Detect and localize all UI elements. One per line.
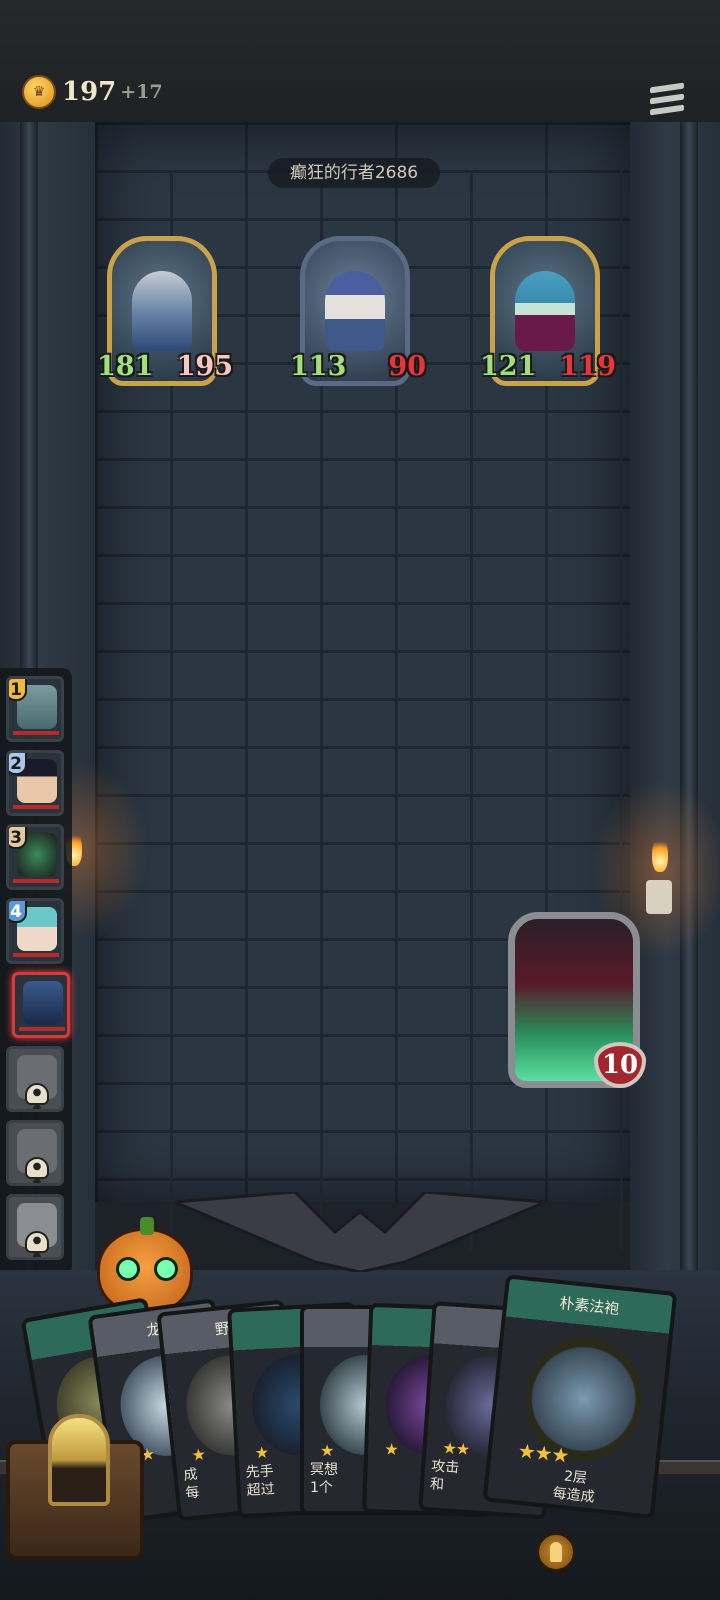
gold-increment: +17 — [120, 81, 163, 103]
hero-attack: 113 — [290, 351, 347, 382]
unit-health-bar — [19, 1027, 65, 1031]
roster-slot-2[interactable]: 2 — [6, 750, 64, 816]
roster-slot-dead[interactable]: ● ● — [6, 1046, 64, 1112]
roster-order-badge: 1 — [9, 679, 27, 701]
enemy-hero-elf[interactable]: 121 119 — [480, 236, 616, 386]
unit-health-bar — [13, 879, 59, 883]
card-stars: ★★ — [441, 1438, 470, 1459]
gold-counter: ♛ 197 +17 — [22, 74, 163, 110]
candle-icon — [646, 880, 672, 914]
unit-portrait — [23, 981, 63, 1025]
wolf-card-back-icon — [48, 1414, 110, 1506]
roster-slot-active[interactable] — [12, 972, 70, 1038]
hand-card-focused[interactable]: 朴素法袍 ★★★ 2层 每造成 — [482, 1274, 678, 1519]
unit-health-bar — [13, 805, 59, 809]
unit-roster: 1 2 3 4 ● ● ● ● ● ● — [0, 668, 72, 1276]
roster-order-badge: 4 — [9, 901, 27, 923]
pumpkin-stem — [140, 1217, 154, 1235]
roster-slot-dead[interactable]: ● ● — [6, 1120, 64, 1186]
candle-flame-icon — [652, 836, 668, 872]
card-title: 朴素法袍 — [558, 1294, 621, 1319]
unit-health-bar — [13, 953, 59, 957]
enemy-hero-wizard[interactable]: 113 90 — [290, 236, 426, 386]
hero-health: 195 — [176, 351, 233, 382]
deck-chest[interactable] — [6, 1414, 144, 1560]
card-stars: ★ — [190, 1444, 206, 1465]
elf-sorceress-portrait — [515, 271, 575, 351]
pumpkin-eye — [154, 1257, 178, 1281]
card-stars: ★ — [254, 1442, 269, 1463]
hero-health: 119 — [559, 351, 616, 382]
crown-coin-icon: ♛ — [22, 75, 56, 109]
unit-health-bar — [13, 731, 59, 735]
opponent-name: 癫狂的行者2686 — [268, 158, 440, 188]
armored-knight-portrait — [132, 271, 192, 351]
gold-amount: 197 — [62, 77, 117, 107]
card-stars: ★ — [320, 1441, 334, 1460]
right-pillar — [630, 122, 720, 1272]
skull-icon: ● ● — [25, 1157, 49, 1183]
roster-order-badge: 3 — [9, 827, 27, 849]
roster-slot-3[interactable]: 3 — [6, 824, 64, 890]
hero-attack: 181 — [97, 351, 154, 382]
roster-slot-dead[interactable]: ● ● — [6, 1194, 64, 1260]
shield-emblem-button-icon[interactable] — [536, 1532, 576, 1572]
hero-attack: 121 — [480, 351, 537, 382]
white-haired-wizard-portrait — [325, 271, 385, 351]
roster-slot-1[interactable]: 1 — [6, 676, 64, 742]
top-bar: ♛ 197 +17 — [0, 0, 720, 125]
card-description: 2层 每造成 — [551, 1468, 596, 1506]
enemy-hero-knight[interactable]: 181 195 — [97, 236, 233, 386]
hero-health: 90 — [388, 351, 426, 382]
skull-icon: ● ● — [25, 1231, 49, 1257]
enemy-minion-card[interactable]: 10 — [508, 912, 646, 1092]
hamburger-menu-icon[interactable] — [650, 82, 684, 116]
skull-icon: ● ● — [25, 1083, 49, 1109]
minion-health-heart: 10 — [594, 1042, 646, 1088]
roster-order-badge: 2 — [9, 753, 27, 775]
roster-slot-4[interactable]: 4 — [6, 898, 64, 964]
bat-wings-icon — [175, 1192, 545, 1272]
pumpkin-eye — [116, 1257, 140, 1281]
card-stars: ★ — [383, 1439, 398, 1459]
